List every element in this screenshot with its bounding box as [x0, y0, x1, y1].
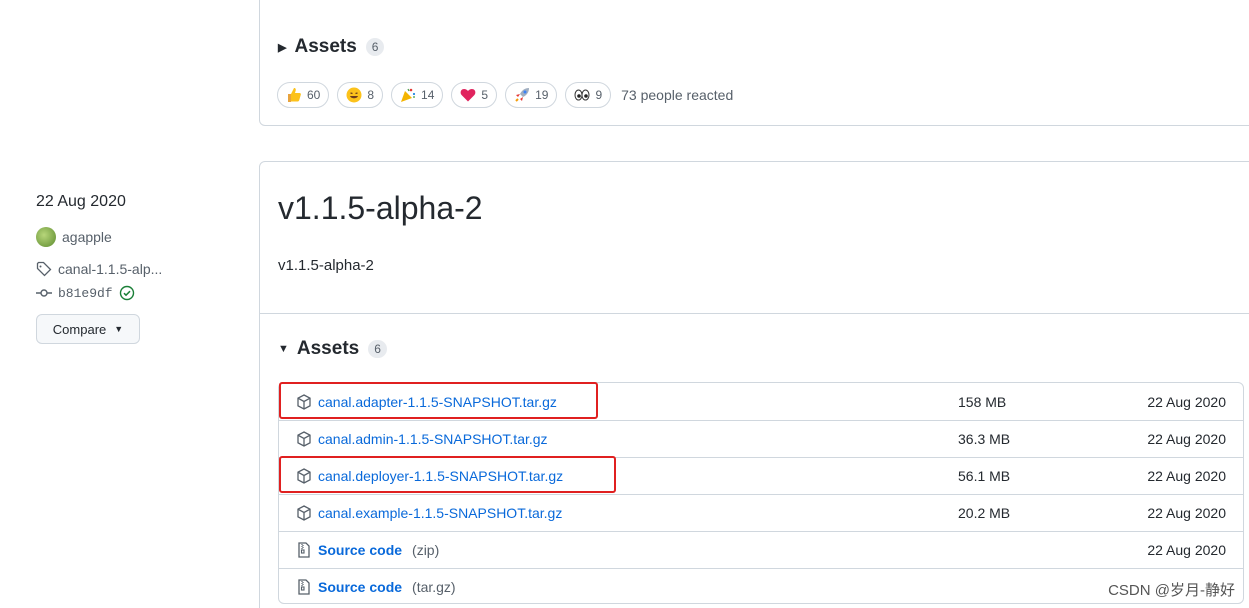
prev-assets-count: 6	[365, 38, 385, 56]
assets-count: 6	[368, 340, 387, 358]
release-title[interactable]: v1.1.5-alpha-2	[278, 190, 483, 227]
laugh-icon	[346, 87, 362, 103]
asset-format: (tar.gz)	[412, 579, 456, 595]
caret-down-icon: ▼	[278, 343, 289, 355]
reaction-hooray[interactable]: 14	[391, 82, 444, 108]
reaction-count: 9	[595, 88, 603, 102]
asset-row: canal.admin-1.1.5-SNAPSHOT.tar.gz 36.3 M…	[279, 420, 1243, 457]
reaction-laugh[interactable]: 8	[337, 82, 384, 108]
package-icon	[297, 431, 311, 447]
asset-date: 22 Aug 2020	[1147, 431, 1226, 447]
compare-button[interactable]: Compare ▼	[36, 314, 140, 344]
asset-date: 22 Aug 2020	[1147, 542, 1226, 558]
asset-name: Source code	[318, 542, 403, 558]
reaction-rocket[interactable]: 19	[505, 82, 558, 108]
commit-sha: b81e9df	[58, 285, 113, 301]
prev-assets-label: Assets	[294, 36, 357, 57]
asset-size: 158 MB	[958, 393, 1007, 410]
asset-row: Source code (zip) 22 Aug 2020	[279, 531, 1243, 568]
assets-label: Assets	[296, 338, 360, 359]
heart-icon	[461, 88, 476, 102]
rocket-icon	[515, 88, 530, 102]
asset-size: 20.2 MB	[958, 505, 1011, 521]
reactions-bar: 60 8 14 5 19 9 73 people reacted	[277, 82, 733, 108]
asset-size: 36.3 MB	[958, 431, 1011, 447]
asset-name: canal.example-1.1.5-SNAPSHOT.tar.gz	[318, 505, 563, 521]
release-body: v1.1.5-alpha-2	[278, 257, 374, 274]
tag-name: canal-1.1.5-alp...	[58, 261, 163, 277]
reaction-count: 5	[481, 88, 489, 102]
reaction-count: 8	[367, 88, 375, 102]
reaction-heart[interactable]: 5	[451, 82, 498, 108]
highlight-box-adapter	[279, 382, 598, 419]
release-date: 22 Aug 2020	[36, 193, 126, 210]
author-link[interactable]: agapple	[36, 227, 112, 247]
highlight-box-deployer	[279, 456, 616, 493]
asset-name: canal.admin-1.1.5-SNAPSHOT.tar.gz	[318, 431, 548, 447]
asset-date: 22 Aug 2020	[1147, 393, 1226, 410]
asset-row: Source code (tar.gz)	[279, 568, 1243, 605]
reaction-count: 19	[535, 88, 549, 102]
asset-link[interactable]: canal.example-1.1.5-SNAPSHOT.tar.gz	[296, 505, 562, 521]
verified-check-icon	[119, 285, 134, 301]
file-zip-icon	[298, 542, 310, 558]
asset-format: (zip)	[412, 542, 440, 558]
reaction-eyes[interactable]: 9	[565, 82, 612, 108]
reaction-count: 14	[421, 88, 435, 102]
asset-date: 22 Aug 2020	[1147, 468, 1226, 484]
commit-icon	[36, 289, 52, 297]
reaction-count: 60	[307, 88, 321, 102]
reaction-thumbs-up[interactable]: 60	[277, 82, 330, 108]
divider	[260, 313, 1249, 314]
tag-link[interactable]: canal-1.1.5-alp...	[36, 261, 162, 277]
thumbs-up-icon	[288, 88, 301, 102]
file-zip-icon	[298, 579, 310, 595]
people-reacted: 73 people reacted	[621, 87, 734, 103]
author-name: agapple	[62, 229, 112, 245]
watermark: CSDN @岁月-静好	[1108, 579, 1235, 600]
asset-date: 22 Aug 2020	[1147, 505, 1226, 521]
eyes-icon	[574, 89, 590, 101]
prev-assets-toggle[interactable]: ▶ Assets 6	[278, 36, 385, 58]
assets-toggle[interactable]: ▼ Assets 6	[278, 338, 387, 360]
avatar	[36, 227, 56, 247]
compare-label: Compare	[52, 321, 107, 337]
asset-link[interactable]: Source code (zip)	[296, 542, 439, 558]
hooray-icon	[401, 88, 416, 102]
asset-row: canal.example-1.1.5-SNAPSHOT.tar.gz 20.2…	[279, 494, 1243, 531]
asset-link[interactable]: Source code (tar.gz)	[296, 579, 456, 595]
asset-size: 56.1 MB	[958, 468, 1011, 484]
package-icon	[297, 505, 311, 521]
caret-right-icon: ▶	[278, 41, 287, 54]
tag-icon	[36, 261, 52, 277]
commit-link[interactable]: b81e9df	[36, 285, 135, 301]
triangle-down-icon: ▼	[114, 324, 124, 334]
asset-name: Source code	[318, 579, 403, 595]
asset-link[interactable]: canal.admin-1.1.5-SNAPSHOT.tar.gz	[296, 431, 548, 447]
